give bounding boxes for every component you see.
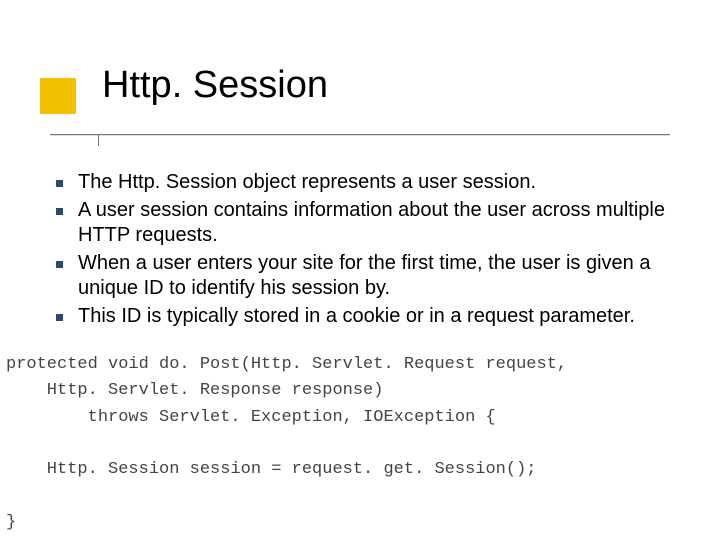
code-line: } [6, 513, 16, 532]
bullet-list: The Http. Session object represents a us… [52, 170, 682, 332]
bullet-item: The Http. Session object represents a us… [52, 170, 682, 196]
code-line: Http. Session session = request. get. Se… [6, 460, 537, 479]
bullet-item: When a user enters your site for the fir… [52, 251, 682, 302]
slide: Http. Session The Http. Session object r… [0, 0, 720, 540]
accent-square [40, 78, 76, 114]
slide-title: Http. Session [102, 64, 680, 107]
title-rule-vertical [98, 134, 99, 146]
title-block: Http. Session [40, 64, 680, 107]
code-line: Http. Servlet. Response response) [6, 381, 383, 400]
code-block: protected void do. Post(Http. Servlet. R… [6, 352, 704, 536]
bullet-item: This ID is typically stored in a cookie … [52, 304, 682, 330]
bullet-item: A user session contains information abou… [52, 198, 682, 249]
bullet-text: A user session contains information abou… [78, 199, 665, 247]
bullet-text: The Http. Session object represents a us… [78, 171, 536, 193]
code-line: protected void do. Post(Http. Servlet. R… [6, 355, 567, 374]
code-line: throws Servlet. Exception, IOException { [6, 408, 496, 427]
title-rule [50, 134, 670, 135]
bullet-text: This ID is typically stored in a cookie … [78, 305, 635, 327]
bullet-text: When a user enters your site for the fir… [78, 252, 650, 300]
